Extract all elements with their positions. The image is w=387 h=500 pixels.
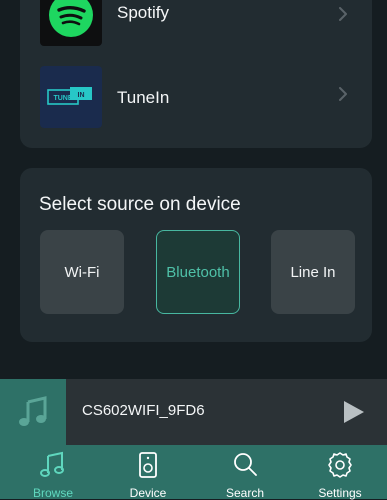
select-source-card: Select source on device Wi-Fi Bluetooth … (20, 168, 372, 342)
tunein-logo-text-left: TUNE (53, 95, 72, 102)
tab-device[interactable]: Device (113, 445, 183, 500)
service-label-spotify: Spotify (117, 3, 169, 22)
tunein-logo-icon: TUNE IN (40, 66, 102, 128)
album-art (0, 379, 66, 445)
tab-browse[interactable]: Browse (18, 445, 88, 500)
music-note-icon (40, 451, 64, 477)
music-note-icon (19, 396, 47, 426)
select-source-title: Select source on device (39, 194, 241, 215)
source-button-wifi[interactable]: Wi-Fi (40, 230, 124, 314)
tunein-logo-text-right: IN (78, 92, 85, 99)
gear-icon (328, 452, 352, 478)
service-row-tunein[interactable]: TUNE IN TuneIn (20, 66, 372, 128)
tab-label-device: Device (129, 486, 167, 500)
search-icon (234, 453, 257, 476)
chevron-right-icon (339, 7, 347, 21)
service-label-tunein: TuneIn (117, 88, 170, 107)
tab-settings[interactable]: Settings (305, 445, 375, 500)
mini-player[interactable]: CS602WIFI_9FD6 (0, 379, 387, 445)
source-button-line-in[interactable]: Line In (271, 230, 355, 314)
source-button-bluetooth[interactable]: Bluetooth (156, 230, 240, 314)
speaker-icon (139, 452, 157, 478)
bottom-tab-bar: Browse Device Search Settings (0, 445, 387, 500)
chevron-right-icon (339, 87, 347, 101)
service-row-spotify[interactable]: Spotify (20, 0, 372, 46)
spotify-logo-icon (40, 0, 102, 46)
tab-label-search: Search (225, 486, 265, 500)
tab-label-browse: Browse (32, 486, 73, 500)
device-name: CS602WIFI_9FD6 (82, 402, 205, 419)
streaming-services-card: Spotify TUNE IN TuneIn (20, 0, 372, 148)
play-icon[interactable] (343, 400, 365, 424)
tab-label-settings: Settings (318, 486, 362, 500)
tab-search[interactable]: Search (210, 445, 280, 500)
